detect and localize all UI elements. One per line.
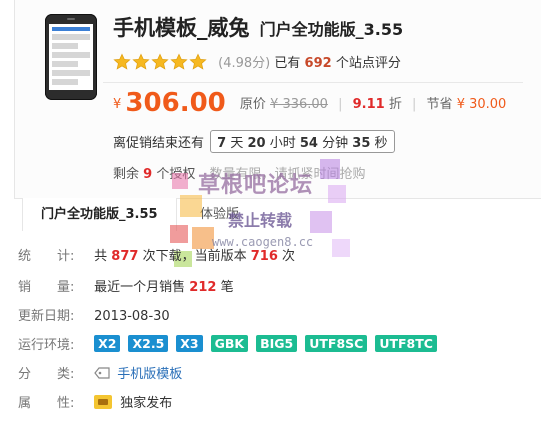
star-icon: [132, 53, 150, 70]
phone-camera: [67, 18, 75, 20]
remaining-note: 数量有限，请抓紧时间抢购: [209, 167, 366, 182]
remaining-suffix: 个授权: [156, 167, 196, 182]
remaining-count: 9: [143, 167, 153, 182]
star-icon: [170, 53, 188, 70]
env-tag-x3[interactable]: X3: [176, 335, 203, 352]
stats-suffix: 次: [282, 249, 296, 264]
star-icon: [189, 53, 207, 70]
exclusive-icon: [94, 395, 113, 409]
original-price-label: 原价: [239, 97, 266, 112]
tag-icon: [94, 367, 110, 379]
sales-suffix: 笔: [220, 280, 234, 295]
rating-count: 692: [304, 56, 332, 71]
env-tag-big5[interactable]: BIG5: [256, 335, 298, 352]
product-name: 手机模板_威兔: [113, 16, 250, 40]
product-thumbnail[interactable]: [45, 14, 97, 100]
updated-date: 2013-08-30: [94, 309, 170, 324]
star-rating: [113, 53, 208, 71]
countdown-timer: 7 天 20 小时 54 分钟 35 秒: [210, 130, 395, 153]
price-separator: |: [412, 97, 417, 112]
attribute-label: 属 性:: [18, 396, 75, 411]
countdown-days-unit: 天: [230, 136, 244, 151]
edition-tabs: 门户全功能版_3.55 体验版: [14, 198, 541, 232]
star-icon: [151, 53, 169, 70]
rating: (4.98分) 已有 692 个站点评分: [113, 52, 401, 71]
countdown-days: 7: [217, 136, 227, 151]
attribute-value: 独家发布: [120, 396, 173, 411]
divider: [103, 82, 523, 83]
version-downloads: 716: [250, 249, 278, 264]
category-link[interactable]: 手机版模板: [117, 367, 182, 382]
env-tag-utf8sc[interactable]: UTF8SC: [305, 335, 368, 352]
rating-score: (4.98分): [218, 56, 271, 71]
countdown-minutes: 54: [299, 136, 318, 151]
countdown-seconds: 35: [352, 136, 371, 151]
env-label: 运行环境:: [18, 338, 75, 353]
category-label: 分 类:: [18, 367, 75, 382]
countdown-hours: 20: [247, 136, 266, 151]
total-downloads: 877: [111, 249, 139, 264]
price-row: ¥ 306.00 原价 ¥ 336.00 | 9.11 折 | 节省 ¥ 30.…: [113, 88, 506, 118]
phone-screen: [49, 24, 93, 90]
currency-symbol: ¥: [113, 97, 122, 112]
detail-row-attribute: 属 性: 独家发布: [18, 393, 172, 415]
tab-trial[interactable]: 体验版: [182, 198, 257, 231]
discount-value: 9.11: [352, 97, 385, 112]
remaining-prefix: 剩余: [113, 167, 140, 182]
remaining-licenses: 剩余 9 个授权 数量有限，请抓紧时间抢购: [113, 163, 366, 182]
tab-full-edition[interactable]: 门户全功能版_3.55: [22, 198, 177, 231]
sales-label: 销 量:: [18, 280, 75, 295]
env-tag-x25[interactable]: X2.5: [128, 335, 169, 352]
detail-row-category: 分 类: 手机版模板: [18, 364, 182, 386]
save-label: 节省: [426, 97, 453, 112]
product-card: 手机模板_威兔 门户全功能版_3.55 (4.98分) 已有 692 个站点评分…: [14, 0, 541, 199]
rating-prefix: 已有: [274, 56, 301, 71]
stats-mid: 次下载，当前版本: [142, 249, 247, 264]
product-edition: 门户全功能版_3.55: [259, 20, 404, 39]
stats-label: 统 计:: [18, 249, 75, 264]
detail-row-updated: 更新日期: 2013-08-30: [18, 306, 170, 328]
env-tag-gbk[interactable]: GBK: [210, 335, 249, 352]
current-price: 306.00: [125, 88, 226, 118]
save-value: ¥ 30.00: [456, 97, 507, 112]
stats-prefix: 共: [94, 249, 108, 264]
sales-prefix: 最近一个月销售: [94, 280, 186, 295]
rating-suffix: 个站点评分: [335, 56, 401, 71]
sales-count: 212: [189, 280, 217, 295]
countdown-prefix: 离促销结束还有: [113, 136, 205, 151]
env-tag-x2[interactable]: X2: [94, 335, 121, 352]
price-separator: |: [338, 97, 343, 112]
detail-row-env: 运行环境: X2 X2.5 X3 GBK BIG5 UTF8SC UTF8TC: [18, 335, 445, 357]
countdown-seconds-unit: 秒: [374, 136, 388, 151]
original-price: ¥ 336.00: [270, 97, 328, 112]
promo-countdown: 离促销结束还有 7 天 20 小时 54 分钟 35 秒: [113, 130, 395, 153]
product-title: 手机模板_威兔 门户全功能版_3.55: [113, 12, 403, 42]
detail-row-stats: 统 计: 共 877 次下载，当前版本 716 次: [18, 246, 295, 268]
detail-row-sales: 销 量: 最近一个月销售 212 笔: [18, 277, 234, 299]
countdown-hours-unit: 小时: [269, 136, 296, 151]
updated-label: 更新日期:: [18, 309, 75, 324]
env-tag-utf8tc[interactable]: UTF8TC: [375, 335, 437, 352]
star-icon: [113, 53, 131, 70]
discount-suffix: 折: [388, 97, 402, 112]
countdown-minutes-unit: 分钟: [322, 136, 349, 151]
